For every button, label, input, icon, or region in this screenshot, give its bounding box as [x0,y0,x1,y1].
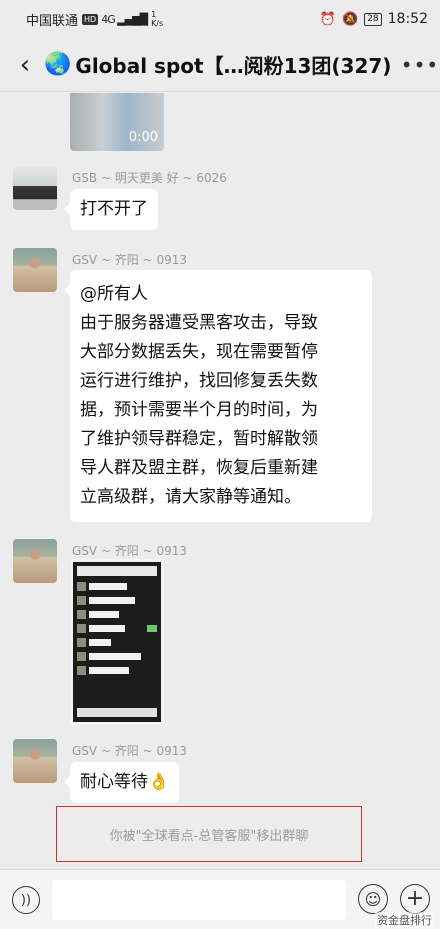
system-notice: 你被"全球看点-总管客服"移出群聊 [56,806,362,862]
screenshot-image-message[interactable] [70,559,164,725]
mute-icon: 🔕 [342,11,359,27]
avatar[interactable] [13,248,57,292]
image-content [77,708,157,717]
image-content [77,624,157,633]
speed-unit: K/s [151,19,164,28]
message-line: 据，预计需要半个月的时间，为 [80,400,318,420]
message-line: 由于服务器遭受黑客攻击，导致 [80,313,318,333]
message-bubble[interactable]: @所有人 由于服务器遭受黑客攻击，导致 大部分数据丢失，现在需要暂停 运行进行维… [64,270,372,522]
image-content [77,566,157,576]
battery-icon: 28 [364,12,382,26]
emoji-icon[interactable]: ☺ [358,884,388,914]
message-line: 运行进行维护，找回修复丢失数 [80,371,318,391]
avatar[interactable] [13,739,57,783]
watermark: 资金盘排行 [375,912,434,928]
video-duration: 0:00 [128,130,158,145]
message-line: 大部分数据丢失，现在需要暂停 [80,342,318,362]
sender-name: GSV ~ 齐阳 ~ 0913 [72,544,188,558]
clock: 18:52 [387,11,428,27]
back-chevron-icon[interactable]: ‹ [0,50,44,80]
system-notice-text: 你被"全球看点-总管客服"移出群聊 [109,828,309,844]
image-content [77,638,157,647]
message-line: 立高级群，请大家静等通知。 [80,487,301,507]
voice-icon[interactable]: )) [12,886,40,914]
carrier-label: 中国联通 [26,13,79,29]
network-speed: 1 K/s [151,10,163,28]
message-line: @所有人 [80,284,148,304]
alarm-icon: ⏰ [319,11,336,27]
message-bubble[interactable]: 打不开了 [64,189,158,230]
more-dots-icon[interactable]: ••• [400,53,440,77]
message-list[interactable]: 0:00 GSB ~ 明天更美 好 ~ 6026 打不开了 GSV ~ 齐阳 ~… [0,93,440,869]
image-content [77,610,157,619]
image-content [77,652,157,661]
image-content [77,596,157,605]
globe-icon: 🌏 [44,52,72,77]
message-bubble[interactable]: 耐心等待👌 [63,762,180,803]
plus-icon[interactable]: + [400,884,430,914]
sender-name: GSB ~ 明天更美 好 ~ 6026 [72,171,227,185]
status-bar: 中国联通 HD 4G ▂▄▆█ 1 K/s ⏰ 🔕 28 18:52 [0,0,440,38]
message-input[interactable] [52,880,346,920]
video-message[interactable]: 0:00 [70,93,164,151]
sender-name: GSV ~ 齐阳 ~ 0913 [72,253,188,267]
message-line: 了维护领导群稳定，暂时解散领 [80,429,318,449]
avatar[interactable] [13,166,57,210]
message-line: 导人群及盟主群，恢复后重新建 [80,458,318,478]
speed-value: 1 [151,10,157,19]
image-content [77,582,157,591]
sender-name: GSV ~ 齐阳 ~ 0913 [72,744,188,758]
image-content [77,666,157,675]
avatar[interactable] [13,539,57,583]
input-bar: )) ☺ + 资金盘排行 [0,869,440,929]
chat-header: ‹ 🌏 Global spot【…阅粉13团(327) ••• [0,38,440,92]
hd-badge: HD [82,13,99,25]
chat-title[interactable]: Global spot【…阅粉13团(327) [75,50,400,79]
signal-icon: 4G ▂▄▆█ [101,12,148,26]
